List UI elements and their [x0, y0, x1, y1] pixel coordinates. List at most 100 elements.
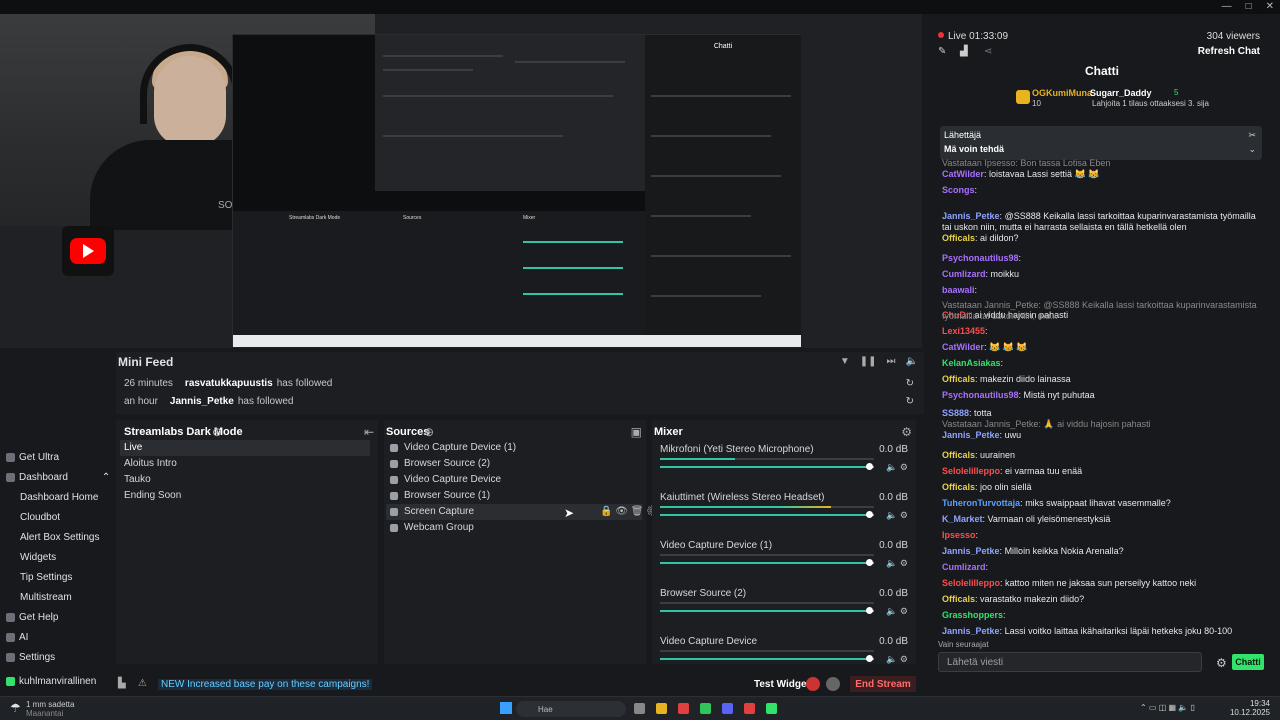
source-item[interactable]: Webcam Group	[390, 522, 474, 533]
chat-message[interactable]: Cumlizard: moikku	[942, 269, 1267, 280]
source-item[interactable]: Browser Source (2)	[390, 458, 490, 469]
mixer-channel-controls[interactable]: 🔈 ⚙	[886, 462, 908, 473]
share-icon[interactable]: ⋖	[984, 46, 992, 57]
chat-username[interactable]: Officals	[942, 450, 975, 460]
tray-icons[interactable]: ⌃ ▭ ◫ ▦ 🔈 ▯	[1140, 703, 1195, 712]
chat-username[interactable]: Officals	[942, 594, 975, 604]
chrome-icon[interactable]	[744, 703, 755, 714]
chat-message[interactable]: SS888: totta	[942, 408, 1267, 419]
mixer-channel-controls[interactable]: 🔈 ⚙	[886, 606, 908, 617]
chat-username[interactable]: CatWilder	[942, 169, 984, 179]
chat-username[interactable]: K_Market	[942, 514, 983, 524]
chat-message[interactable]: CatWilder: 😹 😹 😹	[942, 342, 1267, 353]
scene-item[interactable]: Ending Soon	[124, 490, 181, 501]
chat-message[interactable]: Psychonautilus98:	[942, 253, 1267, 264]
chat-message[interactable]: Officals: uurainen	[942, 450, 1267, 461]
chat-username[interactable]: Cumlizard	[942, 269, 986, 279]
record-icon[interactable]	[806, 677, 820, 691]
chat-message[interactable]: Jannis_Petke: uwu	[942, 430, 1267, 441]
chat-message[interactable]: Jannis_Petke: @SS888 Keikalla lassi tark…	[942, 211, 1267, 233]
folder-icon[interactable]: ▣	[631, 425, 642, 439]
chat-message[interactable]: Jannis_Petke: Lassi voitko laittaa ikäha…	[942, 626, 1267, 637]
source-item[interactable]: Video Capture Device	[390, 474, 501, 485]
source-item[interactable]: Video Capture Device (1)	[390, 442, 516, 453]
volume-knob[interactable]	[866, 559, 873, 566]
pinned-message[interactable]: Lähettäjä Mä voin tehdä ⌄ ✂	[940, 126, 1262, 160]
volume-knob[interactable]	[866, 655, 873, 662]
scene-item[interactable]: Live	[124, 442, 142, 453]
news-banner[interactable]: NEW Increased base pay on these campaign…	[158, 679, 373, 690]
volume-knob[interactable]	[866, 607, 873, 614]
minimize-button[interactable]: —	[1222, 1, 1232, 12]
chat-username[interactable]: Jannis_Petke	[942, 430, 1000, 440]
chat-message[interactable]: Officals: ai dildon?	[942, 233, 1267, 244]
chat-username[interactable]: KelanAsiakas	[942, 358, 1001, 368]
mute-icon[interactable]: 🔈	[906, 356, 918, 367]
browser-icon[interactable]	[678, 703, 689, 714]
chat-username[interactable]: SS888	[942, 408, 969, 418]
spotify-icon[interactable]	[700, 703, 711, 714]
nav-dashboard-home[interactable]: Dashboard Home	[20, 492, 98, 503]
chat-username[interactable]: TuheronTurvottaja	[942, 498, 1020, 508]
volume-slider[interactable]	[660, 607, 874, 614]
maximize-button[interactable]: □	[1246, 1, 1252, 12]
nav-settings[interactable]: Settings	[6, 652, 55, 663]
chevron-down-icon[interactable]: ⌄	[1248, 144, 1256, 155]
replay-buffer-icon[interactable]	[826, 677, 840, 691]
chat-message[interactable]: Ipsesso:	[942, 530, 1267, 541]
skip-icon[interactable]: ⏭	[887, 356, 896, 367]
replay-icon[interactable]: ↻	[906, 378, 914, 389]
nav-widgets[interactable]: Widgets	[20, 552, 56, 563]
refresh-chat-button[interactable]: Refresh Chat	[1198, 46, 1260, 57]
chat-message[interactable]: Selolelilleppo: kattoo miten ne jaksaa s…	[942, 578, 1267, 589]
volume-knob[interactable]	[866, 511, 873, 518]
nav-multistream[interactable]: Multistream	[20, 592, 72, 603]
nav-account[interactable]: kuhlmanvirallinen⇥	[6, 676, 115, 687]
chat-message[interactable]: Jannis_Petke: Milloin keikka Nokia Arena…	[942, 546, 1267, 557]
volume-slider[interactable]	[660, 655, 874, 662]
chat-username[interactable]: Jannis_Petke	[942, 546, 1000, 556]
chat-username[interactable]: Lexi13455	[942, 326, 985, 336]
nav-tip-settings[interactable]: Tip Settings	[20, 572, 72, 583]
chat-message[interactable]: CatWilder: loistavaa Lassi settiä 😹 😹	[942, 169, 1267, 180]
chat-username[interactable]: Officals	[942, 482, 975, 492]
volume-slider[interactable]	[660, 463, 874, 470]
source-item[interactable]: Browser Source (1)	[390, 490, 490, 501]
volume-slider[interactable]	[660, 559, 874, 566]
mixer-channel-controls[interactable]: 🔈 ⚙	[886, 558, 908, 569]
volume-slider[interactable]	[660, 511, 874, 518]
chat-message[interactable]: K_Market: Varmaan oli yleisömenestyksiä	[942, 514, 1267, 525]
chat-message[interactable]: Officals: joo olin siellä	[942, 482, 1267, 493]
mixer-channel-controls[interactable]: 🔈 ⚙	[886, 510, 908, 521]
gear-icon[interactable]: ⚙	[901, 425, 912, 439]
replay-icon[interactable]: ↻	[906, 396, 914, 407]
edit-icon[interactable]: ✎	[938, 46, 946, 57]
discord-icon[interactable]	[722, 703, 733, 714]
nav-get-ultra[interactable]: Get Ultra	[6, 452, 59, 463]
chat-username[interactable]: Cumlizard	[942, 562, 986, 572]
chat-username[interactable]: CatWilder	[942, 342, 984, 352]
chat-message[interactable]: Scongs:	[942, 185, 1267, 196]
explorer-icon[interactable]	[656, 703, 667, 714]
streamlabs-icon[interactable]	[766, 703, 777, 714]
chat-username[interactable]: Officals	[942, 233, 975, 243]
nav-dashboard[interactable]: Dashboard ⌃	[6, 472, 110, 483]
chat-message[interactable]: Officals: makezin diido lainassa	[942, 374, 1267, 385]
chat-username[interactable]: Scongs	[942, 185, 975, 195]
chat-username[interactable]: Psychonautilus98	[942, 253, 1019, 263]
chat-username[interactable]: Jannis_Petke	[942, 626, 1000, 636]
chat-username[interactable]: Grasshoppers	[942, 610, 1003, 620]
send-chat-button[interactable]: Chatti	[1232, 654, 1264, 670]
source-actions[interactable]: 🔒 👁 🗑 ⚙	[600, 506, 659, 517]
unpin-icon[interactable]: ✂	[1248, 130, 1256, 141]
chat-input[interactable]: Lähetä viesti	[938, 652, 1202, 672]
taskbar-search[interactable]: Hae	[516, 701, 626, 717]
end-stream-button[interactable]: End Stream	[850, 676, 916, 692]
chat-message[interactable]: TuheronTurvottaja: miks swaippaat lihava…	[942, 498, 1267, 509]
nav-ai[interactable]: AI	[6, 632, 28, 643]
chat-message[interactable]: Selolelilleppo: ei varmaa tuu enää	[942, 466, 1267, 477]
chat-username[interactable]: Officals	[942, 374, 975, 384]
chat-message[interactable]: Psychonautilus98: Mistä nyt puhutaa	[942, 390, 1267, 401]
chat-username[interactable]: baawali	[942, 285, 975, 295]
mixer-channel-controls[interactable]: 🔈 ⚙	[886, 654, 908, 665]
